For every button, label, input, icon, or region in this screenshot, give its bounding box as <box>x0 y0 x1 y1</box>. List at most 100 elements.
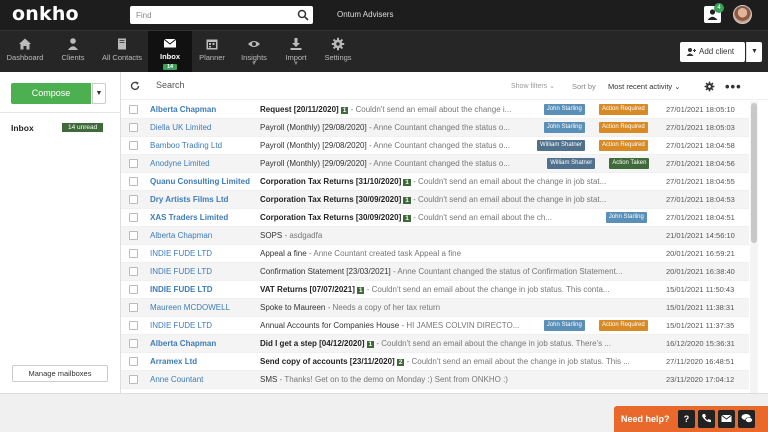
message-row[interactable]: XAS Traders Limited Corporation Tax Retur… <box>121 209 749 227</box>
nav-inbox[interactable]: Inbox 14 <box>148 31 192 73</box>
row-checkbox[interactable] <box>129 231 138 240</box>
row-checkbox[interactable] <box>129 249 138 258</box>
mailbox-inbox[interactable]: Inbox <box>11 123 34 133</box>
phone-icon[interactable] <box>698 410 715 428</box>
mail-icon[interactable] <box>718 410 735 428</box>
client-name-link[interactable]: Alberta Chapman <box>150 105 254 114</box>
status-tag[interactable]: William Shatner <box>547 158 596 169</box>
row-checkbox[interactable] <box>129 141 138 150</box>
status-tag[interactable]: Action Required <box>599 122 648 133</box>
status-tag[interactable]: John Starling <box>605 212 647 223</box>
row-checkbox[interactable] <box>129 339 138 348</box>
client-name-link[interactable]: Alberta Chapman <box>150 339 254 348</box>
row-checkbox[interactable] <box>129 285 138 294</box>
message-row[interactable]: INDIE FUDE LTD Annual Accounts for Compan… <box>121 317 749 335</box>
message-subject: Send copy of accounts [23/11/2020] <box>260 357 395 366</box>
user-avatar[interactable] <box>733 5 752 24</box>
row-checkbox[interactable] <box>129 159 138 168</box>
status-tag[interactable]: Action Required <box>599 104 648 115</box>
row-checkbox[interactable] <box>129 123 138 132</box>
client-name-link[interactable]: Anodyne Limited <box>150 159 254 168</box>
client-name-link[interactable]: XAS Traders Limited <box>150 213 254 222</box>
message-subject: SMS <box>260 375 278 384</box>
row-checkbox[interactable] <box>129 303 138 312</box>
client-name-link[interactable]: Maureen MCDOWELL <box>150 303 254 312</box>
refresh-icon[interactable] <box>130 81 140 91</box>
row-checkbox[interactable] <box>129 177 138 186</box>
more-options-icon[interactable]: ••• <box>725 79 742 94</box>
message-row[interactable]: Arramex Ltd Send copy of accounts [23/11/… <box>121 353 749 371</box>
message-row[interactable]: Maureen MCDOWELL Spoke to Maureen - Needs… <box>121 299 749 317</box>
message-row[interactable]: Diella UK Limited Payroll (Monthly) [29/0… <box>121 119 749 137</box>
nav-clients[interactable]: Clients <box>50 31 96 73</box>
status-tag[interactable]: John Starling <box>543 104 585 115</box>
row-checkbox[interactable] <box>129 105 138 114</box>
status-tag[interactable]: Action Required <box>599 320 648 331</box>
manage-mailboxes-button[interactable]: Manage mailboxes <box>12 365 108 382</box>
status-tag[interactable]: Action Taken <box>609 158 650 169</box>
client-name-link[interactable]: INDIE FUDE LTD <box>150 249 254 258</box>
nav-planner[interactable]: Planner <box>192 31 232 73</box>
search-icon[interactable] <box>297 9 309 21</box>
message-row[interactable]: Bamboo Trading Ltd Payroll (Monthly) [29/… <box>121 137 749 155</box>
list-search-input[interactable]: Search <box>156 80 185 90</box>
organization-name[interactable]: Ontum Advisers <box>337 10 393 19</box>
nav-dashboard[interactable]: Dashboard <box>0 31 50 73</box>
client-name-link[interactable]: Diella UK Limited <box>150 123 254 132</box>
add-client-dropdown[interactable]: ▼ <box>746 42 762 62</box>
compose-button[interactable]: Compose <box>11 83 91 104</box>
message-row[interactable]: Quanu Consulting Limited Corporation Tax … <box>121 173 749 191</box>
client-name-link[interactable]: Quanu Consulting Limited <box>150 177 254 186</box>
message-subject: Corporation Tax Returns [30/09/2020] <box>260 195 402 204</box>
client-name-link[interactable]: Bamboo Trading Ltd <box>150 141 254 150</box>
nav-import[interactable]: Import ▼ <box>276 31 316 73</box>
scrollbar-thumb[interactable] <box>751 103 757 243</box>
message-row[interactable]: Anne Countant SMS - Thanks! Get on to the… <box>121 371 749 389</box>
client-name-link[interactable]: Dry Artists Films Ltd <box>150 195 254 204</box>
app-logo[interactable]: onkho <box>12 3 79 25</box>
status-tag[interactable]: John Starling <box>543 320 585 331</box>
show-filters-toggle[interactable]: Show filters ⌄ <box>511 82 555 90</box>
row-checkbox[interactable] <box>129 267 138 276</box>
status-tag[interactable]: John Starling <box>543 122 585 133</box>
status-tag[interactable]: Action Required <box>599 140 648 151</box>
nav-all-contacts[interactable]: All Contacts <box>96 31 148 73</box>
row-checkbox[interactable] <box>129 375 138 384</box>
client-name-link[interactable]: Anne Countant <box>150 375 254 384</box>
add-client-button[interactable]: Add client <box>680 42 745 62</box>
notification-badge[interactable]: 4 <box>714 3 724 13</box>
row-checkbox[interactable] <box>129 195 138 204</box>
search-input[interactable] <box>130 6 290 24</box>
message-row[interactable]: INDIE FUDE LTD Appeal a fine - Anne Count… <box>121 245 749 263</box>
chat-icon[interactable] <box>738 410 755 428</box>
scrollbar[interactable] <box>750 101 758 393</box>
gear-icon[interactable] <box>704 81 715 92</box>
inbox-count-badge: 14 <box>162 64 178 70</box>
client-name-link[interactable]: INDIE FUDE LTD <box>150 267 254 276</box>
nav-insights[interactable]: Insights ▼ <box>232 31 276 73</box>
message-row[interactable]: INDIE FUDE LTD Confirmation Statement [23… <box>121 263 749 281</box>
message-row[interactable]: Alberta Chapman Did I get a step [04/12/2… <box>121 335 749 353</box>
message-row[interactable]: Alberta Chapman Request [20/11/2020] 1 - C… <box>121 101 749 119</box>
sort-label: Sort by <box>572 82 596 91</box>
message-preview: - Anne Countant changed the status of Co… <box>392 267 623 276</box>
client-name-link[interactable]: Alberta Chapman <box>150 231 254 240</box>
compose-dropdown[interactable]: ▼ <box>92 83 106 104</box>
message-summary: Corporation Tax Returns [31/10/2020] 1 - … <box>260 177 662 186</box>
message-row[interactable]: INDIE FUDE LTD VAT Returns [07/07/2021] 1 … <box>121 281 749 299</box>
sort-dropdown[interactable]: Most recent activity ⌄ <box>608 82 681 91</box>
client-name-link[interactable]: Arramex Ltd <box>150 357 254 366</box>
message-row[interactable]: Anodyne Limited Payroll (Monthly) [29/09/… <box>121 155 749 173</box>
message-row[interactable]: Dry Artists Films Ltd Corporation Tax Ret… <box>121 191 749 209</box>
help-question-button[interactable]: ? <box>678 410 695 428</box>
message-date: 27/01/2021 18:04:56 <box>666 159 735 168</box>
message-row[interactable]: Alberta Chapman SOPS - asdgadfa 21/01/2021… <box>121 227 749 245</box>
nav-settings[interactable]: Settings <box>316 31 360 73</box>
status-tag[interactable]: William Shatner <box>537 140 586 151</box>
client-name-link[interactable]: INDIE FUDE LTD <box>150 321 254 330</box>
client-name-link[interactable]: INDIE FUDE LTD <box>150 285 254 294</box>
row-checkbox[interactable] <box>129 357 138 366</box>
row-checkbox[interactable] <box>129 213 138 222</box>
message-date: 16/12/2020 15:36:31 <box>666 339 735 348</box>
row-checkbox[interactable] <box>129 321 138 330</box>
